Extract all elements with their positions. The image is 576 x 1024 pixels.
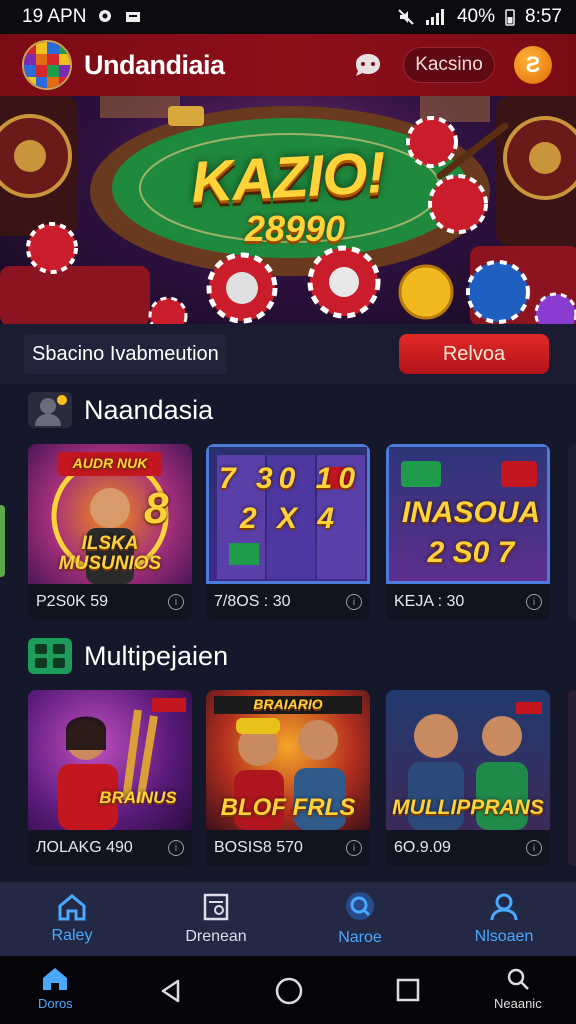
game-card[interactable]: MULLIPPRANS 6O.9.09 i <box>386 690 550 866</box>
nav-item-profile[interactable]: Nlsoaen <box>432 882 576 956</box>
coin-button[interactable]: Ƨ <box>514 46 552 84</box>
hero-banner[interactable]: KAZIO! 28990 <box>0 96 576 324</box>
multiplayer-icon <box>28 638 72 674</box>
game-card-art: MULLIPPRANS <box>386 690 550 830</box>
battery-level: 40% <box>456 6 496 27</box>
agent-avatar-icon <box>28 392 72 428</box>
nav-item-documents[interactable]: Drenean <box>144 882 288 956</box>
home-icon <box>58 894 86 921</box>
system-nav-bar: Doros Neaanic <box>0 956 576 1024</box>
game-card-art: INASOUA 2 S0 7 <box>386 444 550 584</box>
section-header-2: Multipejaien <box>28 638 228 674</box>
signal-icon <box>425 9 444 25</box>
card-big-number: 8 <box>144 484 169 533</box>
section-title-2: Multipejaien <box>84 640 229 671</box>
app-header: Undandiaia Kacsino Ƨ <box>0 34 576 96</box>
home-icon <box>43 968 68 990</box>
home-circle-icon[interactable] <box>274 976 304 1006</box>
game-card[interactable]: INASOUA 2 S0 7 KEJA : 30 i <box>386 444 550 620</box>
mute-icon <box>398 9 414 25</box>
app-logo[interactable] <box>22 40 72 90</box>
card-art-text: INASOUA 2 S0 7 <box>401 496 541 569</box>
chat-icon[interactable] <box>352 50 384 78</box>
status-clock: 8:57 <box>525 6 562 27</box>
battery-icon <box>505 9 515 26</box>
card-badge: AUDR NUK <box>72 455 148 471</box>
info-icon[interactable]: i <box>346 594 362 610</box>
card-peek-right <box>568 690 576 866</box>
game-card-art: 7 30 10 2 X 4 <box>206 444 370 584</box>
nav-item-search[interactable]: Naroe <box>288 882 432 956</box>
card-art-text: 7 30 10 2 X 4 <box>218 462 362 535</box>
card-footer-text: KEJA : 30 <box>394 593 465 610</box>
game-card[interactable]: AUDR NUK ILSKA MUSUNIOS 8 P2S0K 59 i <box>28 444 192 620</box>
system-search-shortcut[interactable]: Neaanic <box>494 966 542 1011</box>
game-card-art: BRAINUS <box>28 690 192 830</box>
app-screen: 19 APN 40% 8:57 Undandiaia Kacsino Ƨ KAZ… <box>0 0 576 1024</box>
info-icon[interactable]: i <box>168 594 184 610</box>
card-footer-text: 7/8OS : 30 <box>214 593 291 610</box>
card-footer-text: BOSIS8 570 <box>214 839 303 856</box>
reload-button[interactable]: Relvoa <box>399 334 549 374</box>
game-card[interactable]: BRAIARIO BLOF FRLS BOSIS8 570 i <box>206 690 370 866</box>
nav-label: Naroe <box>338 929 382 946</box>
system-home-label: Doros <box>38 996 73 1011</box>
game-card-art: BRAIARIO BLOF FRLS <box>206 690 370 830</box>
section-title-1: Naandasia <box>84 394 214 425</box>
card-badge: BRAIARIO <box>253 696 323 712</box>
info-icon[interactable]: i <box>346 840 362 856</box>
card-footer-text: P2S0K 59 <box>36 593 109 610</box>
info-bar: Sbacino Ivabmeution Relvoa <box>0 324 576 384</box>
card-art-text: MULLIPPRANS <box>392 796 544 819</box>
casino-button[interactable]: Kacsino <box>403 47 495 83</box>
card-art-text: BLOF FRLS <box>220 794 356 821</box>
nav-label: Raley <box>51 927 93 944</box>
system-home-shortcut[interactable]: Doros <box>38 966 73 1011</box>
card-art-text: ILSKA MUSUNIOS <box>58 533 162 574</box>
nav-label: Nlsoaen <box>474 928 534 945</box>
search-icon <box>346 892 374 920</box>
card-footer-text: 6O.9.09 <box>394 839 451 856</box>
info-icon[interactable]: i <box>168 840 184 856</box>
card-peek-right <box>568 444 576 620</box>
document-icon <box>203 893 229 921</box>
game-card[interactable]: BRAINUS ЛOLAKG 490 i <box>28 690 192 866</box>
card-peek-left <box>0 505 5 577</box>
info-icon[interactable]: i <box>526 594 542 610</box>
profile-icon <box>490 893 518 921</box>
status-time: 19 APN <box>22 6 87 27</box>
nav-item-home[interactable]: Raley <box>0 882 144 956</box>
app-bottom-nav: Raley Drenean Naroe Nlsoaen <box>0 882 576 956</box>
section-header-1: Naandasia <box>28 392 213 428</box>
card-art-text: BRAINUS <box>99 788 177 807</box>
hero-jackpot-number: 28990 <box>244 208 346 249</box>
card-footer-text: ЛOLAKG 490 <box>36 839 133 856</box>
recents-icon[interactable] <box>396 978 420 1002</box>
game-card-art: AUDR NUK ILSKA MUSUNIOS 8 <box>28 444 192 584</box>
info-text: Sbacino Ivabmeution <box>24 334 227 374</box>
game-card[interactable]: 7 30 10 2 X 4 7/8OS : 30 i <box>206 444 370 620</box>
back-icon[interactable] <box>158 978 184 1004</box>
app-title: Undandiaia <box>84 49 225 80</box>
location-icon <box>99 10 112 22</box>
status-bar: 19 APN 40% 8:57 <box>0 0 576 34</box>
system-search-label: Neaanic <box>494 996 542 1011</box>
search-icon <box>507 968 529 990</box>
notification-icon <box>126 12 141 22</box>
info-icon[interactable]: i <box>526 840 542 856</box>
nav-label: Drenean <box>185 928 247 945</box>
hero-title: KAZIO! <box>189 139 387 216</box>
